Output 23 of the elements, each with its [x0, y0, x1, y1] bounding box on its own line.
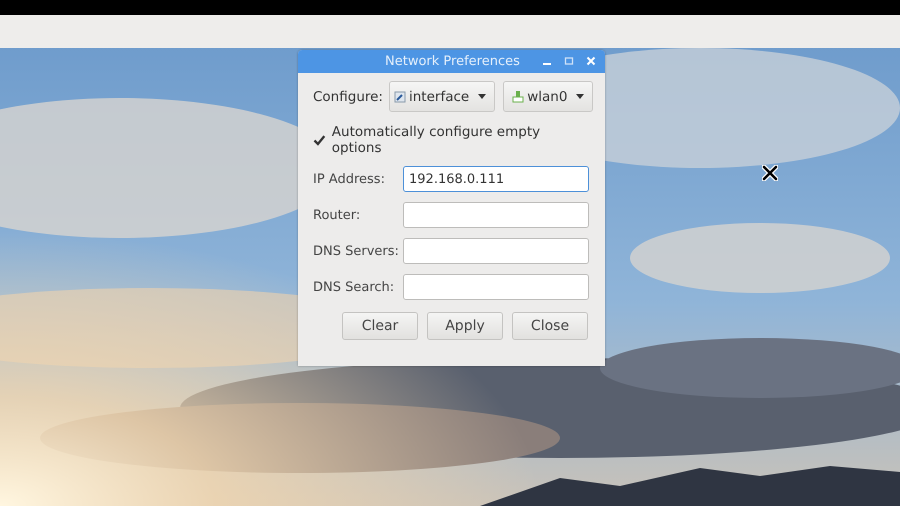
input-field[interactable] [403, 202, 589, 228]
cursor-icon [762, 165, 778, 181]
field-label: Router: [313, 208, 362, 222]
field-label: IP Address: [313, 172, 386, 186]
window-title: Network Preferences [385, 54, 520, 69]
input-field[interactable] [403, 274, 589, 300]
dialog-button[interactable]: Close [512, 312, 588, 340]
caret-icon [478, 94, 486, 99]
configure-label: Configure: [313, 88, 383, 104]
field-label: DNS Servers: [313, 244, 400, 258]
dropdown[interactable]: wlan0 [503, 81, 594, 112]
field-label: DNS Search: [313, 280, 396, 294]
close-icon[interactable] [586, 56, 596, 66]
checkbox[interactable] [313, 134, 326, 146]
input-field[interactable] [403, 238, 589, 264]
dropdown[interactable]: interface [388, 81, 496, 112]
caret-icon [576, 94, 584, 99]
dialog-button[interactable]: Apply [427, 312, 503, 340]
dialog-button[interactable]: Clear [342, 312, 418, 340]
maximize-icon[interactable] [564, 56, 574, 66]
network-icon [512, 90, 524, 104]
input-field[interactable]: 192.168.0.111 [403, 166, 589, 192]
checkbox-label: Automatically configure empty options [332, 124, 542, 156]
